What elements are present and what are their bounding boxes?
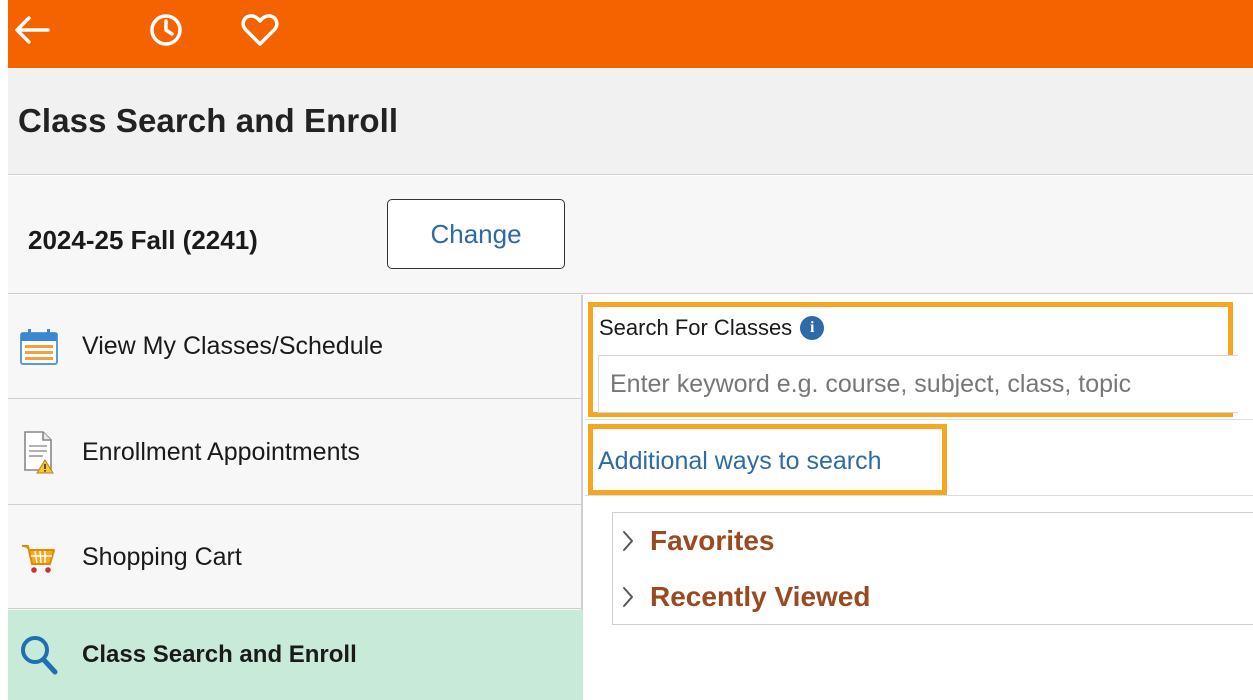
accordion-favorites[interactable]: Favorites xyxy=(613,513,1253,569)
term-label: 2024-25 Fall (2241) xyxy=(28,225,258,255)
search-title: Search For Classes xyxy=(599,315,793,340)
info-icon[interactable]: i xyxy=(800,316,825,340)
document-warning-icon xyxy=(17,430,61,474)
calendar-icon xyxy=(17,325,61,369)
term-selector-bar: 2024-25 Fall (2241) Change xyxy=(8,176,1253,294)
main-content: Search For Classes i Additional ways to … xyxy=(585,295,1253,700)
sidebar-item-view-my-classes[interactable]: View My Classes/Schedule xyxy=(8,295,583,399)
accordion: Favorites Recently Viewed xyxy=(612,512,1253,625)
accordion-label: Recently Viewed xyxy=(650,581,871,612)
top-nav-bar xyxy=(8,0,1253,68)
page-title: Class Search and Enroll xyxy=(18,102,399,139)
accordion-label: Favorites xyxy=(650,525,775,556)
additional-ways-section: Additional ways to search xyxy=(588,424,947,495)
sidebar-item-enrollment-appointments[interactable]: Enrollment Appointments xyxy=(8,400,583,505)
sidebar-item-label: Shopping Cart xyxy=(82,542,242,571)
additional-ways-to-search-link[interactable]: Additional ways to search xyxy=(598,447,881,476)
search-icon xyxy=(17,633,61,677)
sidebar-nav: View My Classes/Schedule Enrollment Appo… xyxy=(8,295,583,700)
chevron-right-icon xyxy=(621,585,635,614)
favorites-heart-icon[interactable] xyxy=(238,8,282,52)
recent-history-icon[interactable] xyxy=(144,8,188,52)
divider xyxy=(585,495,1253,496)
search-title-row: Search For Classes i xyxy=(599,315,825,341)
accordion-recently-viewed[interactable]: Recently Viewed xyxy=(613,569,1253,625)
chevron-right-icon xyxy=(621,529,635,558)
sidebar-item-class-search-and-enroll[interactable]: Class Search and Enroll xyxy=(8,610,583,700)
search-for-classes-section: Search For Classes i xyxy=(588,302,1238,417)
sidebar-item-shopping-cart[interactable]: Shopping Cart xyxy=(8,506,583,609)
sidebar-item-label: View My Classes/Schedule xyxy=(82,332,384,360)
change-term-button[interactable]: Change xyxy=(387,199,565,269)
back-arrow-icon[interactable] xyxy=(10,8,54,52)
sidebar-item-label: Class Search and Enroll xyxy=(82,641,357,668)
shopping-cart-icon xyxy=(17,535,61,579)
page-header: Class Search and Enroll xyxy=(8,68,1253,175)
sidebar-item-label: Enrollment Appointments xyxy=(82,437,360,466)
search-input[interactable] xyxy=(598,355,1238,413)
divider xyxy=(585,419,1253,420)
